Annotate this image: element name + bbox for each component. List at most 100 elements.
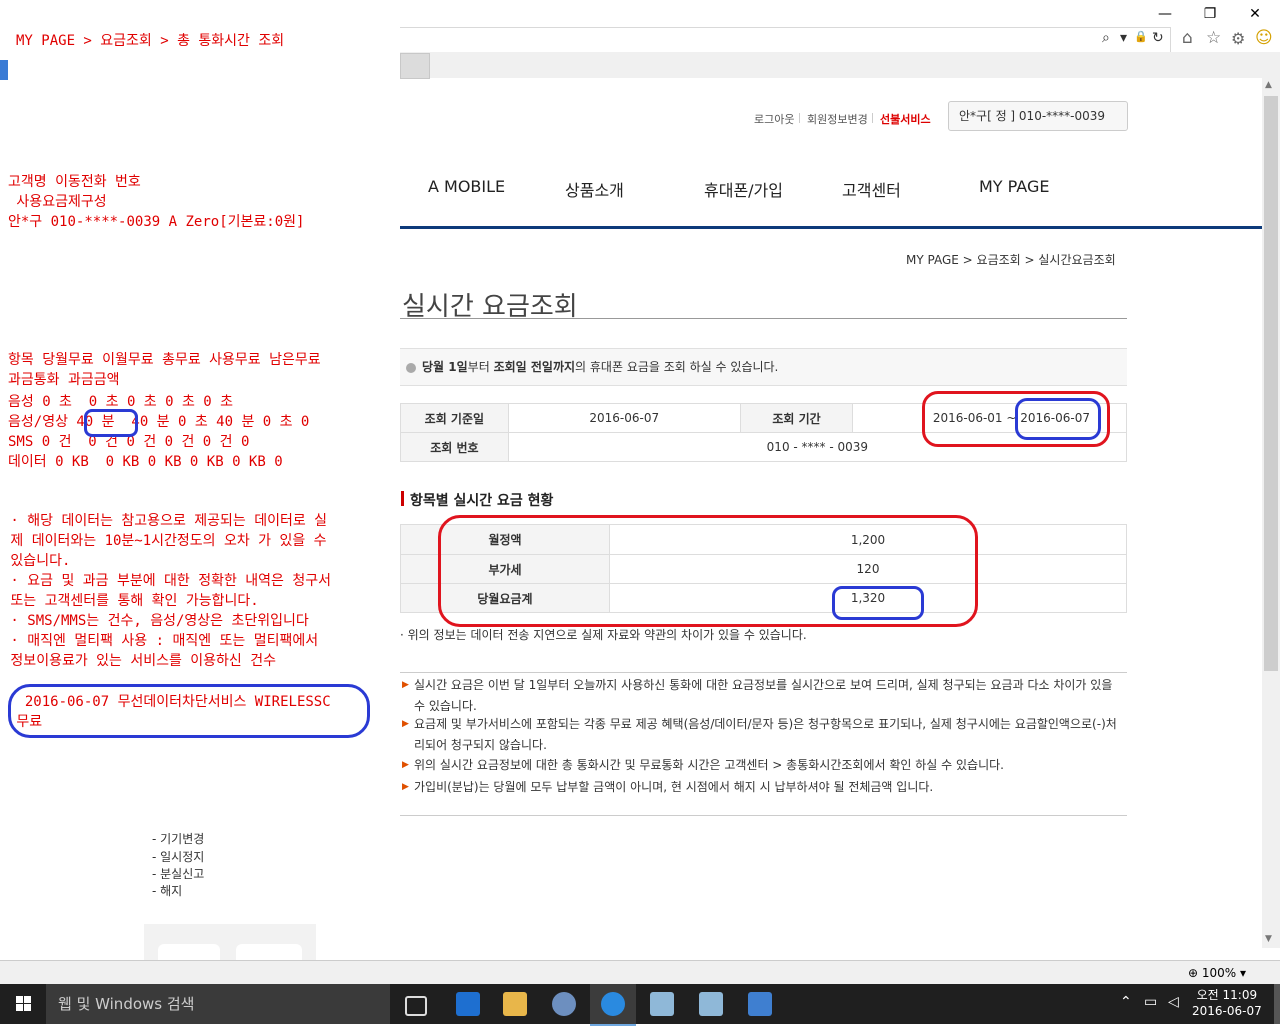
list-item-text: 실시간 요금은 이번 달 1일부터 오늘까지 사용하신 통화에 대한 요금정보를… xyxy=(414,678,1113,713)
charge-value: 1,320 xyxy=(609,583,1127,613)
show-desktop-button[interactable] xyxy=(1274,984,1280,1024)
side-link-suspend[interactable]: - 일시정지 xyxy=(152,848,204,865)
start-button[interactable] xyxy=(0,984,46,1024)
charge-label: 월정액 xyxy=(400,524,610,555)
taskbar-search-placeholder: 웹 및 Windows 검색 xyxy=(58,995,195,1013)
scroll-up-icon[interactable]: ▲ xyxy=(1265,80,1272,90)
app-icon[interactable] xyxy=(748,992,772,1016)
task-view-icon[interactable] xyxy=(405,996,427,1016)
period-value: 2016-06-01 ~ 2016-06-07 xyxy=(852,403,1127,433)
side-link-device-change[interactable]: - 기기변경 xyxy=(152,830,204,847)
divider xyxy=(872,113,873,123)
gnb-item-phone-join[interactable]: 휴대폰/가입 xyxy=(704,177,783,201)
overlay-usage-row: SMS 0 건 0 건 0 건 0 건 0 건 0 xyxy=(8,434,250,450)
user-info-box: 안*구[ 정 ] 010-****-0039 xyxy=(948,101,1128,131)
info-bar: 당월 1일부터 조회일 전일까지의 휴대폰 요금을 조회 하실 수 있습니다. xyxy=(400,348,1127,386)
zoom-level[interactable]: ⊕ 100% ▾ xyxy=(1188,966,1246,980)
windows-logo-icon xyxy=(16,996,23,1003)
tray-chevron-icon[interactable]: ⌃ xyxy=(1120,994,1132,1010)
query-table: 조회 기준일 2016-06-07 조회 기간 2016-06-01 ~ 201… xyxy=(400,403,1128,462)
number-value: 010 - **** - 0039 xyxy=(507,432,1128,462)
windows-logo-part xyxy=(16,1004,23,1011)
tab-strip xyxy=(400,52,1280,78)
file-explorer-icon[interactable] xyxy=(503,992,527,1016)
gnb-item-my-page[interactable]: MY PAGE xyxy=(979,177,1049,196)
side-link-lost-report[interactable]: - 분실신고 xyxy=(152,865,204,882)
notification-icon[interactable]: ▭ xyxy=(1144,994,1157,1010)
home-icon[interactable]: ⌂ xyxy=(1182,28,1193,48)
list-item: ▶ 실시간 요금은 이번 달 1일부터 오늘까지 사용하신 통화에 대한 요금정보… xyxy=(400,675,1125,717)
edit-member-link[interactable]: 회원정보변경 xyxy=(807,111,868,127)
number-label: 조회 번호 xyxy=(400,432,509,462)
info-text: 의 휴대폰 요금을 조회 하실 수 있습니다. xyxy=(575,360,779,374)
search-icon[interactable]: ⌕ xyxy=(1102,30,1110,46)
info-text: 부터 xyxy=(467,360,494,374)
lock-icon: 🔒 xyxy=(1134,30,1148,43)
overlay-usage-row: 데이터 0 KB 0 KB 0 KB 0 KB 0 KB 0 xyxy=(8,454,283,470)
base-date-value: 2016-06-07 xyxy=(507,403,741,433)
charge-value: 1,200 xyxy=(609,524,1127,555)
gnb-underline xyxy=(400,226,1262,229)
taskbar-clock[interactable]: 오전 11:09 2016-06-07 xyxy=(1192,987,1262,1019)
zoom-label: 100% xyxy=(1201,966,1237,980)
section-title: 항목별 실시간 요금 현황 xyxy=(410,493,554,509)
edge-icon[interactable] xyxy=(456,992,480,1016)
scrollbar-thumb[interactable] xyxy=(1264,96,1278,671)
prepaid-link[interactable]: 선불서비스 xyxy=(880,111,931,127)
info-text-bold-2: 조회일 전일까지 xyxy=(493,360,576,374)
favorites-icon[interactable]: ☆ xyxy=(1206,28,1221,48)
overlay-usage-header: 항목 당월무료 이월무료 총무료 사용무료 남은무료 과금통화 과금금액 xyxy=(8,352,321,388)
section-marker xyxy=(401,491,404,506)
charge-value: 120 xyxy=(609,554,1127,584)
scroll-down-icon[interactable]: ▼ xyxy=(1265,934,1272,944)
list-item: ▶ 가입비(분납)는 당월에 모두 납부할 금액이 아니며, 현 시점에서 해지 … xyxy=(400,777,1125,798)
clock-date: 2016-06-07 xyxy=(1192,1004,1262,1018)
overlay-usage-row: 음성/영상 40 분 40 분 0 초 40 분 0 초 0 xyxy=(8,414,310,430)
logout-link[interactable]: 로그아웃 xyxy=(754,111,794,127)
info-bullet-icon xyxy=(406,362,416,373)
app-icon[interactable] xyxy=(699,992,723,1016)
overlay-service-line: 2016-06-07 무선데이터차단서비스 WIRELESSC 무료 xyxy=(16,694,331,730)
address-bar[interactable] xyxy=(400,27,1171,53)
arrow-icon: ▶ xyxy=(402,760,409,770)
list-item-text: 요금제 및 부가서비스에 포함되는 각종 무료 제공 혜택(음성/데이터/문자 … xyxy=(414,717,1117,752)
refresh-icon[interactable]: ↻ xyxy=(1152,30,1164,46)
app-icon[interactable] xyxy=(650,992,674,1016)
period-to: 2016-06-07 xyxy=(1020,411,1090,425)
zoom-icon: ⊕ xyxy=(1188,966,1202,980)
restore-button[interactable]: ❐ xyxy=(1195,4,1225,24)
info-text-bold-1: 당월 1일 xyxy=(422,360,468,374)
minimize-button[interactable]: — xyxy=(1150,4,1180,24)
taskbar-search[interactable]: 웹 및 Windows 검색 xyxy=(46,984,390,1024)
banner-tab xyxy=(158,944,220,960)
side-link-cancel[interactable]: - 해지 xyxy=(152,882,182,899)
browser-tab[interactable] xyxy=(400,53,430,79)
gnb-item-a-mobile[interactable]: A MOBILE xyxy=(428,177,505,196)
gnb-item-products[interactable]: 상품소개 xyxy=(565,177,624,201)
banner-tab xyxy=(236,944,302,960)
paint-icon[interactable] xyxy=(552,992,576,1016)
overlay-customer-info: 고객명 이동전화 번호 사용요금제구성 안*구 010-****-0039 A … xyxy=(8,174,305,230)
charge-label: 당월요금계 xyxy=(400,583,610,613)
smiley-icon[interactable]: ☺ xyxy=(1255,28,1273,48)
status-bar xyxy=(0,960,1280,985)
gnb-item-customer-center[interactable]: 고객센터 xyxy=(842,177,901,201)
dropdown-icon[interactable]: ▾ xyxy=(1120,30,1127,46)
settings-icon[interactable]: ⚙ xyxy=(1231,29,1245,48)
arrow-icon: ▶ xyxy=(402,680,409,690)
list-item: ▶ 요금제 및 부가서비스에 포함되는 각종 무료 제공 혜택(음성/데이터/문자… xyxy=(400,714,1125,756)
side-banner[interactable] xyxy=(144,924,316,960)
close-button[interactable]: ✕ xyxy=(1240,4,1270,24)
windows-logo-part xyxy=(24,996,31,1003)
charges-table: 월정액 1,200 부가세 120 당월요금계 1,320 xyxy=(400,524,1127,613)
period-label: 조회 기간 xyxy=(739,403,854,433)
internet-explorer-icon[interactable] xyxy=(601,992,625,1016)
volume-icon[interactable]: ◁ xyxy=(1168,994,1179,1010)
list-item-text: 가입비(분납)는 당월에 모두 납부할 금액이 아니며, 현 시점에서 해지 시… xyxy=(414,780,934,794)
base-date-label: 조회 기준일 xyxy=(400,403,509,433)
title-divider xyxy=(400,318,1127,319)
overlay-path: MY PAGE > 요금조회 > 총 통화시간 조회 xyxy=(16,33,285,49)
arrow-icon: ▶ xyxy=(402,782,409,792)
divider xyxy=(799,113,800,123)
charge-label: 부가세 xyxy=(400,554,610,584)
